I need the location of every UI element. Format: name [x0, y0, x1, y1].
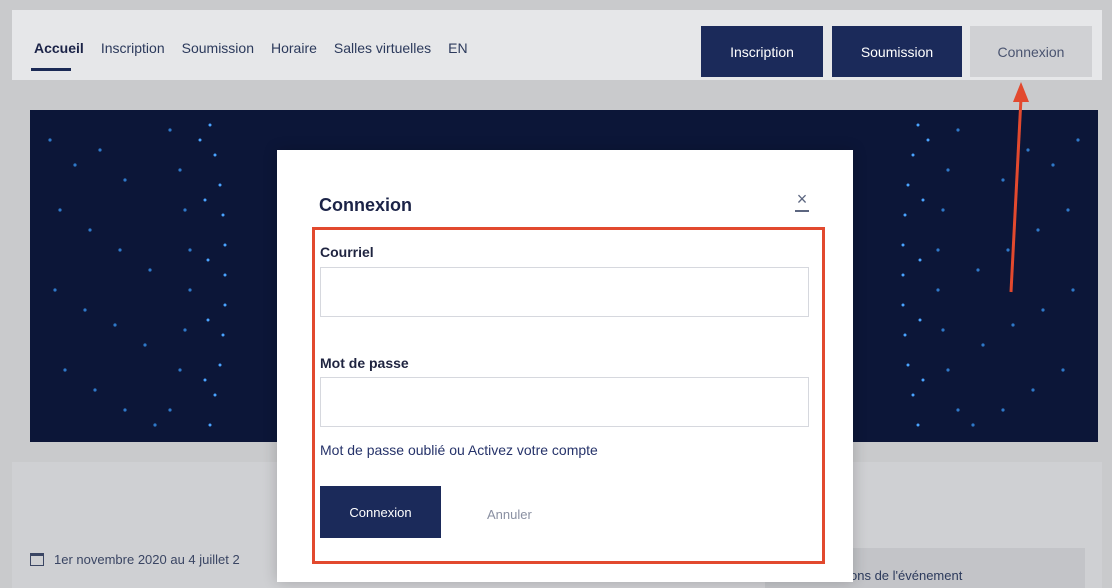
- inscription-button[interactable]: Inscription: [701, 26, 823, 77]
- nav-link-accueil[interactable]: Accueil: [34, 40, 84, 56]
- cancel-button[interactable]: Annuler: [487, 507, 532, 522]
- top-navigation: Accueil Inscription Soumission Horaire S…: [12, 10, 1102, 80]
- event-info-card-text: ons de l'événement: [850, 568, 963, 583]
- calendar-icon: [30, 553, 44, 566]
- connexion-nav-button[interactable]: Connexion: [970, 26, 1092, 77]
- close-icon[interactable]: ×: [793, 190, 811, 212]
- banner-left-dots-graphic: [48, 123, 227, 427]
- password-field[interactable]: [320, 377, 809, 427]
- email-field[interactable]: [320, 267, 809, 317]
- forgot-password-link[interactable]: Mot de passe oublié ou Activez votre com…: [320, 442, 598, 458]
- nav-link-inscription[interactable]: Inscription: [101, 40, 165, 56]
- nav-link-horaire[interactable]: Horaire: [271, 40, 317, 56]
- modal-title: Connexion: [319, 195, 412, 215]
- login-modal: Connexion × Courriel Mot de passe Mot de…: [277, 150, 853, 582]
- email-label: Courriel: [320, 244, 374, 260]
- login-submit-button[interactable]: Connexion: [320, 486, 441, 538]
- event-date: 1er novembre 2020 au 4 juillet 2: [30, 552, 240, 567]
- password-label: Mot de passe: [320, 355, 409, 371]
- nav-links: Accueil Inscription Soumission Horaire S…: [34, 40, 485, 56]
- nav-link-soumission[interactable]: Soumission: [182, 40, 254, 56]
- nav-link-salles-virtuelles[interactable]: Salles virtuelles: [334, 40, 431, 56]
- banner-right-dots-graphic: [901, 123, 1080, 427]
- active-nav-indicator: [31, 68, 71, 71]
- nav-link-language[interactable]: EN: [448, 40, 467, 56]
- soumission-button[interactable]: Soumission: [832, 26, 962, 77]
- event-date-text: 1er novembre 2020 au 4 juillet 2: [54, 552, 240, 567]
